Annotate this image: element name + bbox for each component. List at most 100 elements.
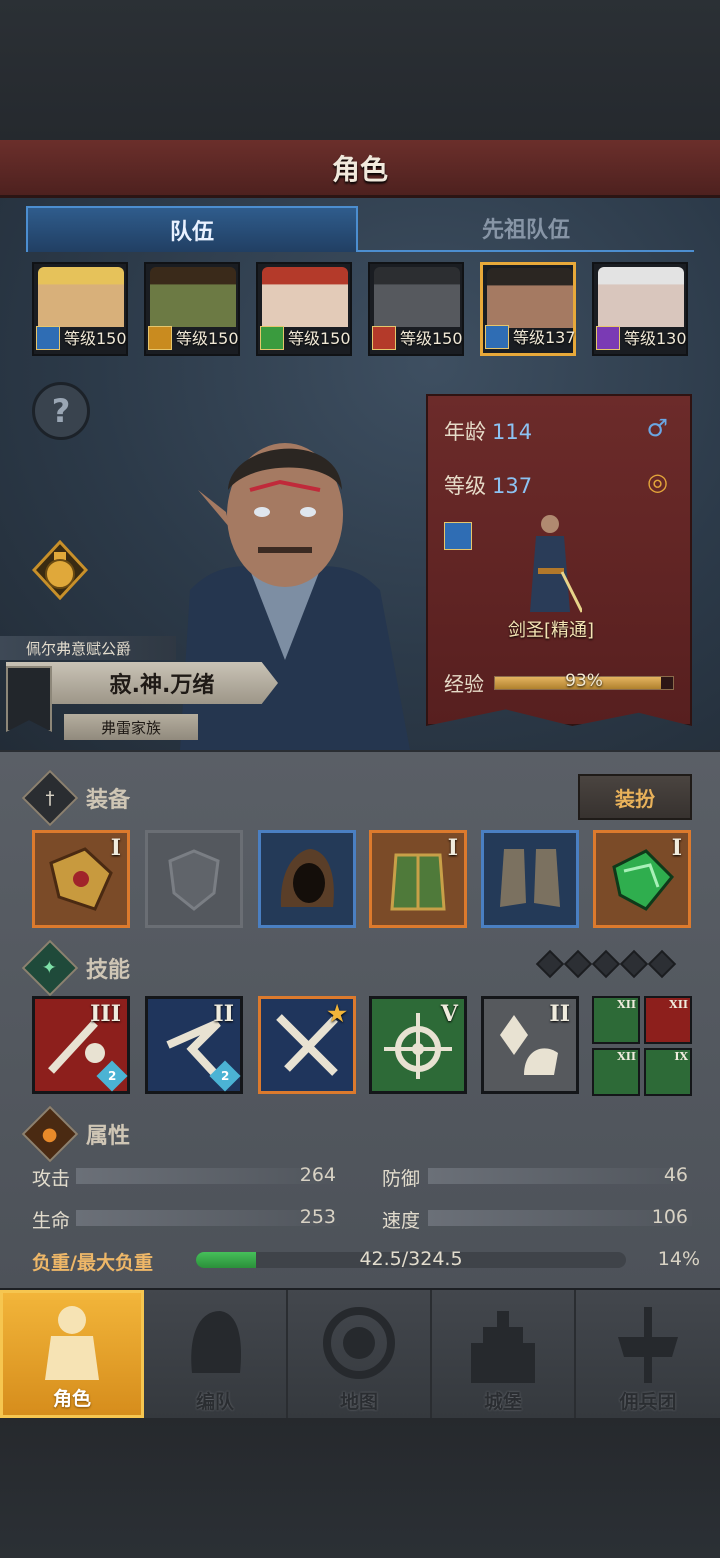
- class-icon: [36, 326, 60, 350]
- age-row: 年龄 114: [444, 416, 532, 446]
- skill-focus[interactable]: V: [369, 996, 467, 1094]
- attributes-title: 属性: [86, 1124, 131, 1149]
- noble-title: 佩尔弗意赋公爵: [0, 636, 176, 660]
- top-background: [0, 0, 720, 140]
- gem-gauntlet-icon: [612, 849, 675, 911]
- level-row: 等级 137: [444, 470, 532, 500]
- speed-label: 速度: [382, 1210, 421, 1232]
- shoulder-armor-icon: [49, 847, 113, 911]
- party-member-5[interactable]: 等级137: [480, 262, 576, 356]
- equipment-title: 装备: [86, 788, 131, 813]
- passive-skill-4[interactable]: IX: [644, 1048, 692, 1096]
- age-value: 114: [492, 420, 533, 444]
- load-value: 42.5/324.5: [359, 1248, 463, 1270]
- equip-slot-empty[interactable]: [145, 830, 243, 928]
- compass-icon: [323, 1307, 395, 1379]
- nav-castle[interactable]: 城堡: [432, 1290, 576, 1418]
- member-portrait: [487, 268, 573, 328]
- page-title: 角色: [331, 152, 388, 186]
- help-button[interactable]: ?: [32, 382, 90, 440]
- swordsman-class-icon: [444, 522, 472, 550]
- party-member-6[interactable]: 等级130: [592, 262, 688, 356]
- nav-mercenary[interactable]: 佣兵团: [576, 1290, 720, 1418]
- slot-dot: [619, 949, 649, 979]
- exp-percent: 93%: [565, 671, 603, 691]
- star-rank-icon: ★: [327, 1001, 347, 1027]
- nav-label: 地图: [339, 1391, 378, 1413]
- dagger-icon: †: [21, 769, 79, 827]
- equip-slot-chest[interactable]: I: [369, 830, 467, 928]
- male-icon: ♂: [646, 414, 668, 442]
- potion-icon[interactable]: [32, 540, 88, 600]
- family-name: 弗雷家族: [64, 714, 198, 740]
- member-level: 等级150: [288, 329, 351, 348]
- nav-label: 编队: [195, 1391, 234, 1413]
- person-icon: ●: [21, 1105, 79, 1163]
- hp-label: 生命: [32, 1210, 71, 1232]
- passive-skill-3[interactable]: XII: [592, 1048, 640, 1096]
- defense-label: 防御: [382, 1168, 421, 1190]
- nav-map[interactable]: 地图: [288, 1290, 432, 1418]
- party-member-3[interactable]: 等级150: [256, 262, 352, 356]
- skill-crystal[interactable]: II: [481, 996, 579, 1094]
- tab-ancestor-party[interactable]: 先祖队伍: [358, 206, 694, 252]
- party-tabs: 队伍 先祖队伍: [26, 206, 694, 252]
- dress-up-button[interactable]: 装扮: [578, 774, 692, 820]
- passive-skill-2[interactable]: XII: [644, 996, 692, 1044]
- class-icon: [372, 326, 396, 350]
- attack-value: 264: [299, 1164, 336, 1186]
- member-portrait: [598, 267, 684, 327]
- skill-slash[interactable]: III 2: [32, 996, 130, 1094]
- passive-skill-1[interactable]: XII: [592, 996, 640, 1044]
- slot-dot: [535, 949, 565, 979]
- equip-slot-shoulder[interactable]: I: [32, 830, 130, 928]
- skills-header: ✦ 技能: [21, 939, 131, 997]
- skill-rank: III: [90, 1001, 121, 1027]
- member-portrait: [374, 267, 460, 327]
- skills-title: 技能: [86, 958, 131, 983]
- attributes-header: ● 属性: [21, 1105, 131, 1163]
- equip-slot-boots[interactable]: [481, 830, 579, 928]
- class-icon: [148, 326, 172, 350]
- party-member-2[interactable]: 等级150: [144, 262, 240, 356]
- skill-slot-indicators: [535, 949, 677, 979]
- member-level: 等级130: [624, 329, 687, 348]
- load-label: 负重/最大负重: [32, 1252, 153, 1274]
- level-value: 137: [492, 474, 533, 498]
- tab-party[interactable]: 队伍: [26, 206, 358, 252]
- load-percent: 14%: [657, 1248, 700, 1270]
- bottom-background: [0, 1418, 720, 1558]
- exp-label: 经验: [444, 672, 484, 696]
- skill-rank: V: [440, 1001, 458, 1027]
- castle-icon: [471, 1311, 535, 1383]
- slot-dot: [591, 949, 621, 979]
- passive-rank: IX: [674, 1050, 688, 1063]
- nav-formation[interactable]: 编队: [144, 1290, 288, 1418]
- nav-character[interactable]: 角色: [0, 1290, 144, 1418]
- class-icon: [485, 325, 509, 349]
- party-member-1[interactable]: 等级150: [32, 262, 128, 356]
- party-member-4[interactable]: 等级150: [368, 262, 464, 356]
- helmet-icon: [191, 1311, 242, 1373]
- equip-slot-head[interactable]: [258, 830, 356, 928]
- member-portrait: [38, 267, 124, 327]
- passive-rank: XII: [669, 998, 688, 1011]
- hood-icon: [280, 849, 334, 907]
- stat-card: 年龄 114 ♂ 等级 137 ◎ 剑圣[精通] 经验 93%: [426, 394, 692, 726]
- age-label: 年龄: [444, 420, 486, 444]
- member-portrait: [150, 267, 236, 327]
- title-bar: 角色: [0, 140, 720, 198]
- equip-slot-gauntlet[interactable]: I: [593, 830, 691, 928]
- equipment-header: † 装备: [21, 769, 131, 827]
- class-icon: [596, 326, 620, 350]
- slot-dot: [647, 949, 677, 979]
- tier-numeral: I: [447, 835, 458, 861]
- attack-label: 攻击: [32, 1168, 71, 1190]
- defense-value: 46: [663, 1164, 688, 1186]
- skill-cleave[interactable]: II 2: [145, 996, 243, 1094]
- member-portrait: [262, 267, 348, 327]
- empty-shield-icon: [168, 849, 220, 911]
- member-level: 等级150: [400, 329, 463, 348]
- party-roster: 等级150 等级150 等级150 等级150 等级137 等级130: [32, 262, 692, 356]
- skill-parry[interactable]: ★: [258, 996, 356, 1094]
